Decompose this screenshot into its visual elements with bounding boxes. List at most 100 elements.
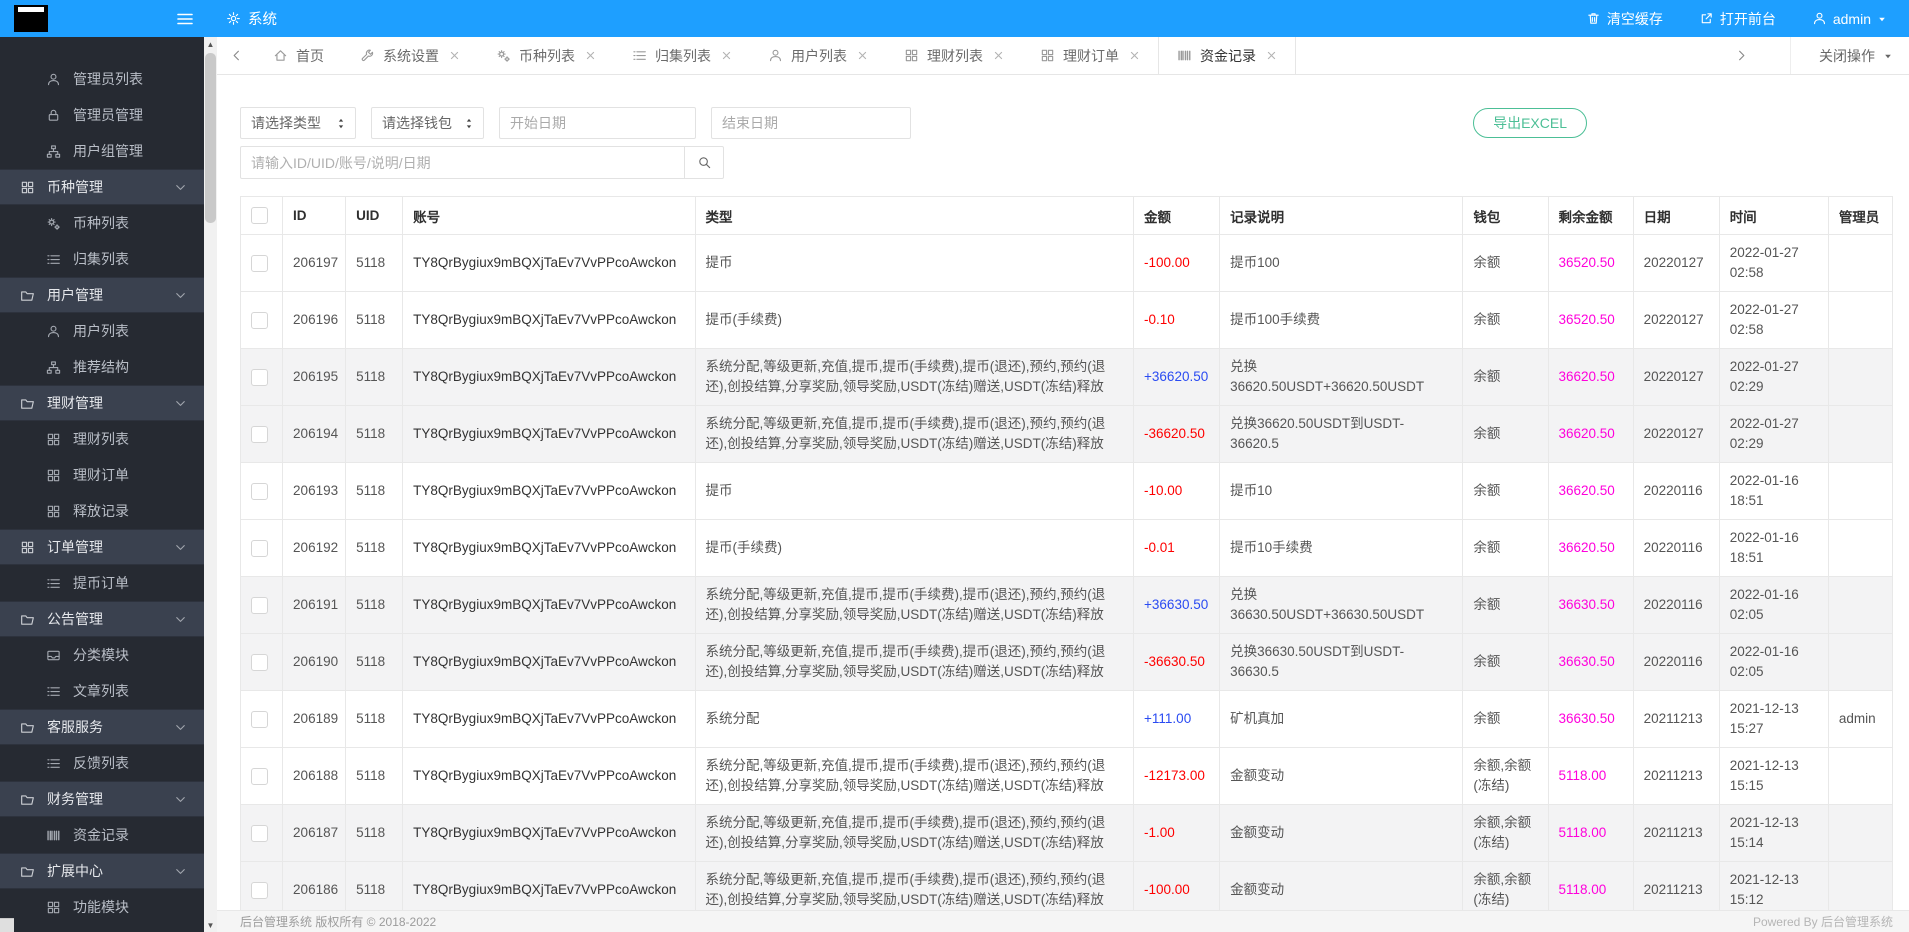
tab-系统设置[interactable]: 系统设置 <box>342 37 478 74</box>
cell-amount: -12173.00 <box>1134 748 1220 805</box>
tab-close-icon[interactable] <box>1266 50 1277 61</box>
row-checkbox[interactable] <box>251 654 268 671</box>
cell-desc: 提币100手续费 <box>1220 292 1463 349</box>
chevron-down-icon <box>173 864 188 879</box>
close-operations-dropdown[interactable]: 关闭操作 <box>1790 37 1893 74</box>
row-checkbox[interactable] <box>251 255 268 272</box>
cell-uid: 5118 <box>346 406 403 463</box>
sidebar-toggle-icon[interactable] <box>176 11 194 27</box>
sidebar-item-公告管理[interactable]: 公告管理 <box>0 601 204 637</box>
sidebar-item-理财列表[interactable]: 理财列表 <box>0 421 204 457</box>
brand-label: 系统 <box>248 8 277 29</box>
tab-close-icon[interactable] <box>993 50 1004 61</box>
grid-icon <box>20 540 35 555</box>
topbar-action-打开前台[interactable]: 打开前台 <box>1699 9 1776 29</box>
export-excel-button[interactable]: 导出EXCEL <box>1473 108 1587 138</box>
search-button[interactable] <box>684 146 724 179</box>
sidebar-item-分类模块[interactable]: 分类模块 <box>0 637 204 673</box>
sidebar-item-label: 归集列表 <box>73 249 129 269</box>
row-checkbox[interactable] <box>251 369 268 386</box>
sidebar-item-label: 订单管理 <box>47 537 103 557</box>
row-checkbox[interactable] <box>251 426 268 443</box>
sidebar-item-用户组管理[interactable]: 用户组管理 <box>0 133 204 169</box>
sidebar-item-客服服务[interactable]: 客服服务 <box>0 709 204 745</box>
sidebar-item-币种管理[interactable]: 币种管理 <box>0 169 204 205</box>
tab-币种列表[interactable]: 币种列表 <box>478 37 614 74</box>
sidebar-item-功能模块[interactable]: 功能模块 <box>0 889 204 925</box>
sidebar-item-管理员管理[interactable]: 管理员管理 <box>0 97 204 133</box>
cell-checkbox <box>241 292 283 349</box>
row-checkbox[interactable] <box>251 483 268 500</box>
inbox-icon <box>46 648 61 663</box>
row-checkbox[interactable] <box>251 540 268 557</box>
tab-用户列表[interactable]: 用户列表 <box>750 37 886 74</box>
wallet-select[interactable]: 请选择钱包 <box>371 107 484 139</box>
tab-close-icon[interactable] <box>721 50 732 61</box>
sidebar-item-反馈列表[interactable]: 反馈列表 <box>0 745 204 781</box>
sidebar-item-扩展中心[interactable]: 扩展中心 <box>0 853 204 889</box>
scrollbar-down-button[interactable]: ▼ <box>204 918 217 932</box>
sidebar-item-文章列表[interactable]: 文章列表 <box>0 673 204 709</box>
cell-date: 20220116 <box>1633 520 1719 577</box>
list-icon <box>46 576 61 591</box>
row-checkbox[interactable] <box>251 312 268 329</box>
sidebar-item-归集列表[interactable]: 归集列表 <box>0 241 204 277</box>
sidebar-item-释放记录[interactable]: 释放记录 <box>0 493 204 529</box>
row-checkbox[interactable] <box>251 597 268 614</box>
topbar-action-admin[interactable]: admin <box>1812 11 1887 27</box>
scrollbar-thumb[interactable] <box>205 53 216 223</box>
sidebar-item-订单管理[interactable]: 订单管理 <box>0 529 204 565</box>
row-checkbox[interactable] <box>251 825 268 842</box>
tab-close-icon[interactable] <box>1129 50 1140 61</box>
cell-date: 20211213 <box>1633 691 1719 748</box>
column-header: 账号 <box>403 197 695 235</box>
scrollbar-up-button[interactable]: ▲ <box>204 37 217 51</box>
topbar-action-清空缓存[interactable]: 清空缓存 <box>1586 9 1663 29</box>
sidebar-item-用户列表[interactable]: 用户列表 <box>0 313 204 349</box>
sidebar-item-管理员列表[interactable]: 管理员列表 <box>0 61 204 97</box>
tab-资金记录[interactable]: 资金记录 <box>1158 37 1296 74</box>
folder-icon <box>20 612 35 627</box>
row-checkbox[interactable] <box>251 768 268 785</box>
cell-id: 206194 <box>283 406 346 463</box>
sidebar-item-理财管理[interactable]: 理财管理 <box>0 385 204 421</box>
cell-date: 20220127 <box>1633 292 1719 349</box>
type-select[interactable]: 请选择类型 <box>240 107 356 139</box>
tab-close-icon[interactable] <box>449 50 460 61</box>
row-checkbox[interactable] <box>251 711 268 728</box>
sidebar-item-提币订单[interactable]: 提币订单 <box>0 565 204 601</box>
tab-close-icon[interactable] <box>857 50 868 61</box>
tab-理财列表[interactable]: 理财列表 <box>886 37 1022 74</box>
row-checkbox[interactable] <box>251 882 268 899</box>
tab-理财订单[interactable]: 理财订单 <box>1022 37 1158 74</box>
topbar-action-label: 打开前台 <box>1720 9 1776 29</box>
cell-desc: 金额变动 <box>1220 748 1463 805</box>
cell-admin <box>1828 235 1892 292</box>
cell-wallet: 余额 <box>1463 235 1548 292</box>
sidebar-item-资金记录[interactable]: 资金记录 <box>0 817 204 853</box>
tab-归集列表[interactable]: 归集列表 <box>614 37 750 74</box>
tab-close-icon[interactable] <box>585 50 596 61</box>
list-icon <box>632 48 647 63</box>
end-date-input[interactable] <box>711 107 911 139</box>
sidebar-item-财务管理[interactable]: 财务管理 <box>0 781 204 817</box>
column-header: ID <box>283 197 346 235</box>
tabs-scroll-left-button[interactable] <box>217 37 255 74</box>
search-input[interactable] <box>240 146 685 179</box>
grid-icon <box>904 48 919 63</box>
sidebar-item-理财订单[interactable]: 理财订单 <box>0 457 204 493</box>
tabs-scroll-right-button[interactable] <box>1722 48 1760 63</box>
sidebar-item-币种列表[interactable]: 币种列表 <box>0 205 204 241</box>
sidebar-item-推荐结构[interactable]: 推荐结构 <box>0 349 204 385</box>
sidebar-item-用户管理[interactable]: 用户管理 <box>0 277 204 313</box>
wrench-icon <box>360 48 375 63</box>
start-date-input[interactable] <box>499 107 696 139</box>
list-icon <box>46 756 61 771</box>
select-all-checkbox[interactable] <box>251 207 268 224</box>
sidebar-scrollbar[interactable]: ▲ ▼ <box>204 37 217 932</box>
tab-首页[interactable]: 首页 <box>255 37 342 74</box>
main: 管理员列表管理员管理用户组管理币种管理币种列表归集列表用户管理用户列表推荐结构理… <box>0 37 1909 932</box>
cell-id: 206188 <box>283 748 346 805</box>
chevron-down-icon <box>173 180 188 195</box>
sidebar-item-label: 提币订单 <box>73 573 129 593</box>
